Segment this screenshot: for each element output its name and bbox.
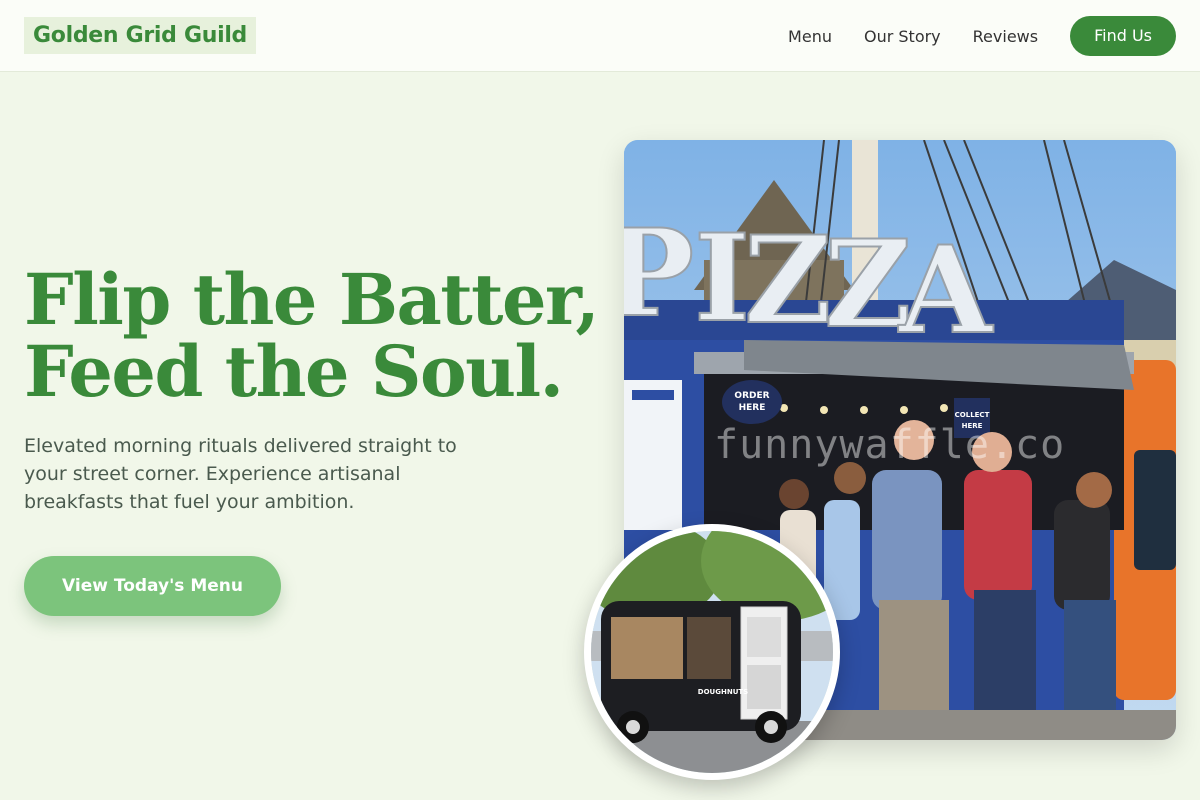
svg-text:ORDER: ORDER [734,391,769,401]
svg-text:HERE: HERE [739,403,766,413]
photo-watermark: funnywaffle.co [714,422,1066,468]
inset-truck-label: DOUGHNUTS [698,688,748,696]
svg-text:A: A [898,220,994,361]
hero-subtitle: Elevated morning rituals delivered strai… [24,435,457,513]
main-nav: Menu Our Story Reviews Find Us [788,16,1176,56]
svg-text:I: I [694,208,750,349]
svg-text:P: P [624,203,694,344]
nav-link-our-story[interactable]: Our Story [864,27,941,46]
brand-logo[interactable]: Golden Grid Guild [24,17,257,54]
view-menu-button[interactable]: View Today's Menu [24,556,281,616]
hero-title: Flip the Batter, Feed the Soul. [24,258,600,413]
doughnut-truck-photo: DOUGHNUTS [584,524,840,780]
hero-title-line-2: Feed the Soul. [24,330,564,413]
doughnut-truck-illustration: DOUGHNUTS [591,531,833,773]
site-header: Golden Grid Guild Menu Our Story Reviews… [0,0,1200,72]
hero-title-line-1: Flip the Batter, [24,258,600,341]
svg-text:Z: Z [744,210,832,351]
nav-link-reviews[interactable]: Reviews [973,27,1038,46]
svg-text:COLLECT: COLLECT [955,411,990,419]
find-us-button[interactable]: Find Us [1070,16,1176,56]
nav-link-menu[interactable]: Menu [788,27,832,46]
